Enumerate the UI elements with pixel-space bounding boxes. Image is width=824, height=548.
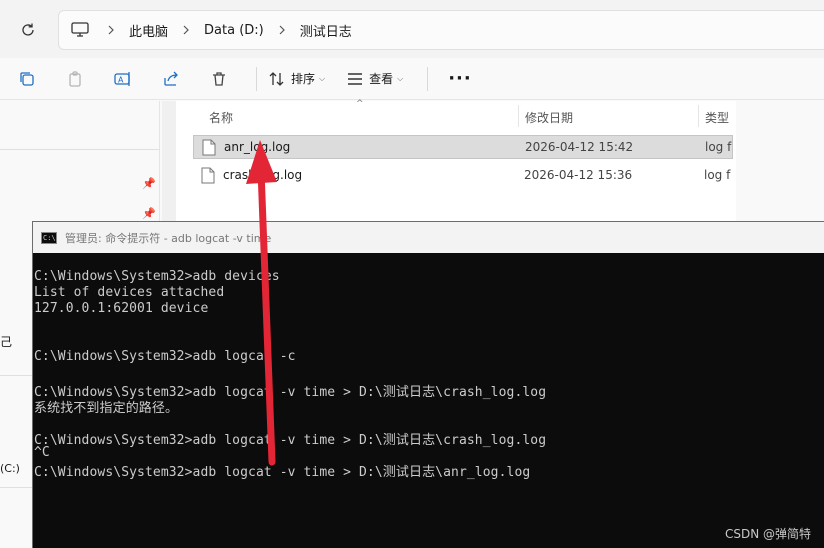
chevron-down-icon: ⌵ (319, 73, 326, 83)
console-line: 系统找不到指定的路径。 (34, 401, 179, 416)
column-header-type[interactable]: 类型 (705, 109, 729, 126)
sort-menu-button[interactable]: 排序 ⌵ (269, 70, 325, 87)
rename-icon: A (114, 71, 130, 86)
nav-item-text[interactable]: 己 (0, 333, 12, 350)
file-icon (201, 167, 215, 183)
sort-ascending-icon: ^ (356, 99, 364, 109)
more-options-button[interactable]: ··· (448, 68, 472, 89)
file-row-crash[interactable]: crash_log.log 2026-04-12 15:36 log f (193, 163, 733, 187)
chevron-right-icon (278, 25, 286, 35)
view-list-icon (348, 72, 363, 85)
nav-divider (0, 149, 160, 150)
copy-icon (20, 71, 34, 86)
trash-icon (213, 71, 225, 86)
sort-label: 排序 (291, 72, 316, 86)
console-output[interactable]: C:\Windows\System32>adb devices List of … (33, 253, 824, 548)
paste-icon (69, 70, 81, 87)
file-list: ^ 名称 修改日期 类型 anr_log.log 2026-04-12 15:4… (176, 99, 736, 241)
command-toolbar: A 排序 ⌵ 查看 ⌵ ··· (0, 58, 824, 100)
file-date: 2026-04-12 15:42 (525, 140, 634, 154)
console-line: List of devices attached (34, 285, 225, 300)
column-divider[interactable] (518, 105, 519, 127)
rename-button[interactable]: A (110, 66, 136, 92)
column-header-date[interactable]: 修改日期 (525, 109, 573, 126)
chevron-right-icon (182, 25, 190, 35)
file-type: log f (705, 140, 732, 154)
paste-button[interactable] (62, 66, 88, 92)
chevron-right-icon (107, 25, 115, 35)
command-prompt-window[interactable]: C:\ 管理员: 命令提示符 - adb logcat -v time C:\W… (32, 221, 824, 548)
this-pc-icon[interactable] (71, 22, 89, 38)
file-row-anr[interactable]: anr_log.log 2026-04-12 15:42 log f (193, 135, 733, 159)
file-icon (202, 139, 216, 155)
toolbar-divider (256, 66, 257, 91)
file-type: log f (704, 168, 731, 182)
console-line: ^C (34, 445, 50, 460)
svg-text:A: A (118, 75, 124, 84)
console-line: 127.0.0.1:62001 device (34, 301, 209, 316)
column-header-name[interactable]: 名称 (209, 109, 233, 126)
watermark: CSDN @弹简特 (724, 527, 811, 541)
refresh-button[interactable] (14, 16, 42, 44)
nav-scrollbar[interactable] (162, 101, 176, 231)
breadcrumb-log-folder[interactable]: 测试日志 (300, 21, 352, 40)
pin-icon[interactable]: 📌 (142, 177, 156, 190)
console-line: C:\Windows\System32>adb logcat -v time >… (34, 433, 547, 448)
share-icon (164, 71, 178, 86)
breadcrumb-data-drive[interactable]: Data (D:) (204, 23, 264, 38)
console-title: 管理员: 命令提示符 - adb logcat -v time (65, 231, 272, 245)
nav-item-c-drive[interactable]: (C:) (0, 462, 20, 475)
address-bar-area: 此电脑 Data (D:) 测试日志 (0, 0, 824, 58)
file-name: anr_log.log (224, 140, 291, 154)
column-divider[interactable] (698, 105, 699, 127)
copy-button[interactable] (14, 66, 40, 92)
file-date: 2026-04-12 15:36 (524, 168, 633, 182)
file-name: crash_log.log (223, 168, 303, 182)
pin-icon[interactable]: 📌 (142, 207, 156, 220)
view-menu-button[interactable]: 查看 ⌵ (347, 70, 403, 87)
console-title-bar[interactable]: C:\ 管理员: 命令提示符 - adb logcat -v time (33, 222, 824, 253)
console-line: C:\Windows\System32>adb devices (34, 269, 280, 284)
console-line: C:\Windows\System32>adb logcat -c (34, 349, 296, 364)
sort-icon (269, 71, 284, 86)
view-label: 查看 (369, 72, 394, 86)
refresh-icon (22, 23, 34, 36)
cmd-prompt-icon: C:\ (41, 231, 57, 244)
breadcrumb-this-pc[interactable]: 此电脑 (129, 21, 168, 40)
share-button[interactable] (158, 66, 184, 92)
address-box[interactable]: 此电脑 Data (D:) 测试日志 (58, 10, 824, 50)
toolbar-divider (427, 66, 429, 91)
chevron-down-icon: ⌵ (397, 73, 404, 83)
console-line: C:\Windows\System32>adb logcat -v time >… (34, 465, 531, 480)
delete-button[interactable] (206, 66, 232, 92)
